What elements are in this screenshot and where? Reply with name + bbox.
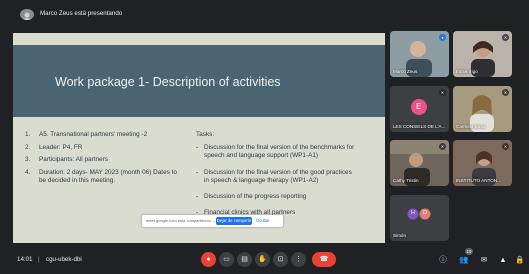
avatar-letter: H: [411, 210, 415, 216]
participant-tile[interactable]: ✕ INSTITUTO ANTON...: [453, 140, 512, 186]
list-text: Participants: All partners: [39, 156, 108, 164]
list-number: 3.: [25, 156, 31, 164]
share-status-text: meet.google.com está compartiendo ...: [146, 218, 216, 223]
tasks-list: Tasks: - Discussion for the final version…: [196, 131, 356, 225]
mic-off-icon: ●: [206, 256, 211, 263]
chat-button[interactable]: ✉: [478, 254, 490, 266]
mic-off-icon: ✕: [502, 89, 509, 96]
presenter-text: Marco Zeus está presentando: [40, 10, 123, 17]
bullet-icon: -: [196, 168, 199, 176]
task-text: Discussion for the final version of the …: [204, 144, 355, 160]
bullet-icon: -: [196, 193, 199, 201]
list-text: A5. Transnational partners' meeting -2: [39, 131, 148, 138]
end-call-icon: ☎: [319, 256, 329, 263]
participant-tile[interactable]: ✕ Iratxe Irigo: [453, 31, 512, 77]
presenting-banner: Marco Zeus está presentando: [0, 0, 529, 28]
info-icon: ⓘ: [439, 255, 447, 264]
more-options-icon: ⋮: [295, 256, 302, 263]
participant-tile[interactable]: ● Marco Zeus: [390, 31, 449, 77]
present-button[interactable]: ⊡: [273, 252, 288, 267]
list-item: 2. Leader: P4, FR: [25, 144, 185, 152]
avatar-letter: E: [416, 102, 422, 111]
task-text: Discussion of the progress reporting: [204, 193, 307, 201]
task-item: - Discussion for the final version of the…: [196, 169, 356, 185]
participant-name: Marco Zeus: [393, 69, 418, 74]
bullet-icon: -: [196, 144, 199, 152]
screen-share-bar: meet.google.com está compartiendo ... De…: [142, 215, 283, 227]
meeting-time: 14:01: [17, 256, 33, 263]
camera-toggle-button[interactable]: ▭: [219, 252, 234, 267]
participant-tile[interactable]: E ✕ LES CONSEILS DE L'A...: [390, 86, 449, 132]
participant-name: LES CONSEILS DE L'A...: [393, 124, 446, 129]
list-item: 3. Participants: All partners: [25, 156, 185, 164]
participant-count-badge: 10: [465, 248, 473, 255]
chat-icon: ✉: [480, 255, 488, 264]
mic-off-icon: ✕: [502, 34, 509, 41]
list-text: Leader: P4, FR: [39, 143, 83, 151]
list-number: 1.: [25, 131, 31, 138]
list-item: 1. A5. Transnational partners' meeting -2: [25, 131, 185, 139]
mic-off-icon: ✕: [439, 89, 446, 96]
people-icon: 👥: [459, 255, 469, 264]
host-controls-icon: 🔒: [515, 255, 525, 264]
task-text: Discussion for the final version of the …: [204, 168, 352, 184]
raise-hand-icon: ✋: [258, 256, 267, 263]
mic-toggle-button[interactable]: ●: [201, 252, 216, 267]
list-number: 4.: [25, 168, 31, 176]
meeting-details-button[interactable]: ⓘ: [437, 254, 449, 266]
people-button[interactable]: 👥: [458, 254, 470, 266]
more-options-button[interactable]: ⋮: [291, 252, 306, 267]
participant-name: Simón: [393, 233, 407, 238]
list-item: 4. Duration: 2 days- MAY 2023 (month 06) …: [25, 169, 185, 185]
participant-tile[interactable]: ✕ Carmela Basu: [453, 86, 512, 132]
divider: |: [38, 256, 40, 263]
participant-name: Cathy Tristin: [393, 178, 419, 183]
mic-off-icon: ✕: [502, 143, 509, 150]
meeting-controls-bar: 14:01 | cgu-ubek-dbi ● ▭ ▤ ✋ ⊡ ⋮ ☎ ⓘ 👥 1…: [0, 245, 529, 274]
list-number: 2.: [25, 143, 31, 151]
participant-name: Carmela Basu: [456, 124, 486, 129]
host-controls-button[interactable]: 🔒: [514, 254, 526, 266]
task-item: - Discussion of the progress reporting: [196, 193, 356, 201]
speaking-indicator-icon: ●: [439, 34, 446, 41]
captions-button[interactable]: ▤: [237, 252, 252, 267]
mic-off-icon: ✕: [439, 143, 446, 150]
slide-title: Work package 1- Description of activitie…: [55, 75, 281, 89]
slide-title-bar: Work package 1- Description of activitie…: [13, 45, 385, 117]
participant-tile[interactable]: H D Simón: [390, 195, 449, 241]
meeting-code: cgu-ubek-dbi: [46, 256, 82, 263]
present-screen-icon: ⊡: [277, 256, 284, 263]
participant-tile[interactable]: ✕ Cathy Tristin: [390, 140, 449, 186]
task-item: - Discussion for the final version of the…: [196, 144, 356, 160]
raise-hand-button[interactable]: ✋: [255, 252, 270, 267]
captions-icon: ▤: [241, 256, 248, 263]
activities-button[interactable]: ▲: [497, 254, 509, 266]
stop-sharing-button[interactable]: Dejar de compartir: [216, 217, 252, 225]
participant-name: Iratxe Irigo: [456, 69, 478, 74]
tasks-heading: Tasks:: [196, 131, 215, 138]
participant-name: INSTITUTO ANTON...: [456, 178, 502, 183]
end-call-button[interactable]: ☎: [312, 252, 336, 267]
list-text: Duration: 2 days- MAY 2023 (month 06) Da…: [39, 168, 177, 184]
activities-icon: ▲: [499, 255, 507, 264]
activity-list: 1. A5. Transnational partners' meeting -2…: [25, 131, 185, 190]
presenter-avatar: [20, 9, 34, 20]
hide-share-bar-button[interactable]: Ocultar: [256, 218, 270, 223]
shared-slide: Work package 1- Description of activitie…: [13, 33, 385, 243]
camera-off-icon: ▭: [223, 256, 230, 263]
avatar-letter: D: [423, 210, 427, 216]
